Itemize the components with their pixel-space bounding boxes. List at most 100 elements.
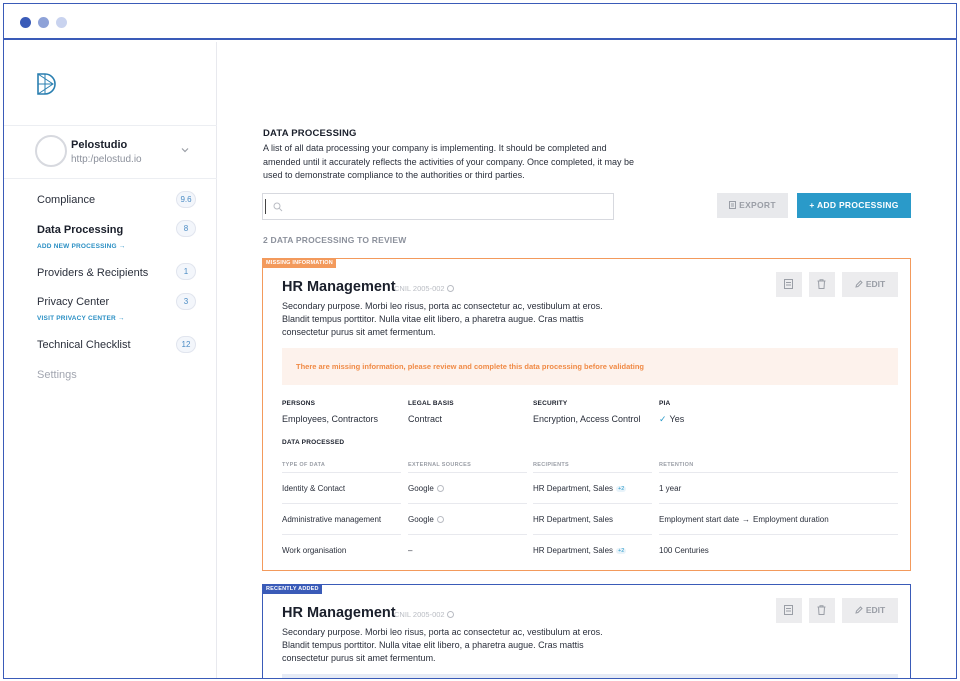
sidebar-item-privacy-center[interactable]: Privacy Center <box>37 296 197 308</box>
source-text: Google <box>408 484 434 493</box>
row-divider <box>659 503 898 504</box>
card-title[interactable]: HR Management <box>282 279 396 295</box>
retention-start: Employment start date <box>659 515 740 524</box>
trash-icon <box>817 605 826 615</box>
window-dot-minimize[interactable] <box>38 17 49 28</box>
table-cell-type: Identity & Contact <box>282 484 346 493</box>
card-description: Secondary purpose. Morbi leo risus, port… <box>282 301 603 337</box>
info-icon[interactable] <box>446 285 454 292</box>
edit-button[interactable]: EDIT <box>842 272 898 297</box>
browser-window: Pelostudio http:/pelostud.io Compliance … <box>3 3 957 679</box>
recipients-text: HR Department, Sales <box>533 484 614 493</box>
globe-icon <box>436 516 444 523</box>
window-titlebar <box>4 4 956 40</box>
row-divider <box>533 534 652 535</box>
sidebar-item-settings[interactable]: Settings <box>37 369 197 381</box>
add-new-processing-link[interactable]: ADD NEW PROCESSING → <box>37 243 126 250</box>
delete-button[interactable] <box>809 272 835 297</box>
search-input[interactable] <box>287 197 607 216</box>
card-ref-text: CNIL 2005-002 <box>394 610 445 619</box>
pencil-icon <box>855 606 863 614</box>
column-header-retention: RETENTION <box>659 462 694 468</box>
retention-end: Employment duration <box>753 515 829 524</box>
globe-icon <box>436 485 444 492</box>
table-cell-recipients: HR Department, Sales +2 <box>533 484 627 493</box>
window-dot-maximize[interactable] <box>56 17 67 28</box>
sidebar-item-compliance[interactable]: Compliance <box>37 194 197 206</box>
pia-value: ✓ Yes <box>659 414 684 425</box>
info-banner <box>282 674 898 678</box>
export-button[interactable]: EXPORT <box>717 193 788 218</box>
org-avatar <box>35 135 67 167</box>
pia-text: Yes <box>669 414 685 424</box>
more-recipients-badge[interactable]: +2 <box>616 486 627 492</box>
column-header-type: TYPE OF DATA <box>282 462 326 468</box>
org-url: http:/pelostud.io <box>71 154 142 165</box>
edit-button[interactable]: EDIT <box>842 598 898 623</box>
sidebar-item-data-processing[interactable]: Data Processing <box>37 224 197 236</box>
security-value: Encryption, Access Control <box>533 414 641 424</box>
pia-label: PIA <box>659 400 671 407</box>
check-icon: ✓ <box>659 414 667 424</box>
org-name: Pelostudio <box>71 139 128 151</box>
table-cell-source: Google <box>408 515 444 524</box>
pencil-icon <box>855 280 863 288</box>
sidebar-item-technical-checklist[interactable]: Technical Checklist <box>37 339 197 351</box>
row-divider <box>533 503 652 504</box>
more-recipients-badge[interactable]: +2 <box>616 548 627 554</box>
info-icon[interactable] <box>446 611 454 618</box>
edit-label: EDIT <box>865 605 886 615</box>
arrow-right-icon: → <box>742 515 751 524</box>
legal-basis-label: LEGAL BASIS <box>408 400 454 407</box>
table-cell-recipients: HR Department, Sales <box>533 515 614 524</box>
visit-privacy-center-link[interactable]: VISIT PRIVACY CENTER → <box>37 315 125 322</box>
add-processing-button[interactable]: + ADD PROCESSING <box>797 193 911 218</box>
chevron-down-icon[interactable] <box>181 146 189 154</box>
table-cell-type: Work organisation <box>282 546 347 555</box>
row-divider <box>533 472 652 473</box>
source-text: Google <box>408 515 434 524</box>
card-title[interactable]: HR Management <box>282 605 396 621</box>
sidebar-badge-data-processing: 8 <box>176 220 196 237</box>
table-cell-recipients: HR Department, Sales +2 <box>533 546 627 555</box>
document-icon <box>784 605 793 615</box>
org-switcher[interactable]: Pelostudio http:/pelostud.io <box>4 125 217 179</box>
card-reference: CNIL 2005-002 <box>394 610 454 619</box>
trash-icon <box>817 279 826 289</box>
delete-button[interactable] <box>809 598 835 623</box>
main-content: DATA PROCESSING A list of all data proce… <box>218 42 956 678</box>
security-label: SECURITY <box>533 400 568 407</box>
sidebar-badge-privacy-center: 3 <box>176 293 196 310</box>
document-button[interactable] <box>776 272 802 297</box>
card-reference: CNIL 2005-002 <box>394 284 454 293</box>
processing-card: RECENTLY ADDED HR Management CNIL 2005-0… <box>262 584 911 678</box>
legal-basis-value: Contract <box>408 414 443 424</box>
sidebar-badge-providers: 1 <box>176 263 196 280</box>
window-dot-close[interactable] <box>20 17 31 28</box>
row-divider <box>408 503 527 504</box>
missing-info-alert: There are missing information, please re… <box>282 348 898 385</box>
row-divider <box>282 503 401 504</box>
row-divider <box>282 472 401 473</box>
column-header-sources: EXTERNAL SOURCES <box>408 462 472 468</box>
search-box[interactable] <box>262 193 614 220</box>
edit-label: EDIT <box>865 279 886 289</box>
export-label: EXPORT <box>739 200 776 210</box>
document-icon <box>784 279 793 289</box>
card-ref-text: CNIL 2005-002 <box>394 284 445 293</box>
review-count-title: 2 DATA PROCESSING TO REVIEW <box>263 235 407 245</box>
search-icon <box>273 202 283 212</box>
table-cell-retention: 1 year <box>659 484 682 493</box>
table-cell-type: Administrative management <box>282 515 382 524</box>
page-description: A list of all data processing your compa… <box>263 143 635 180</box>
sidebar-item-providers[interactable]: Providers & Recipients <box>37 267 197 279</box>
document-icon <box>729 201 737 209</box>
text-caret <box>265 199 266 214</box>
sidebar-badge-technical-checklist: 12 <box>176 336 196 353</box>
document-button[interactable] <box>776 598 802 623</box>
sidebar: Pelostudio http:/pelostud.io Compliance … <box>4 42 217 678</box>
persons-value: Employees, Contractors <box>282 414 379 424</box>
column-header-recipients: RECIPIENTS <box>533 462 570 468</box>
table-cell-retention: 100 Centuries <box>659 546 709 555</box>
app-logo-icon[interactable] <box>35 72 59 96</box>
